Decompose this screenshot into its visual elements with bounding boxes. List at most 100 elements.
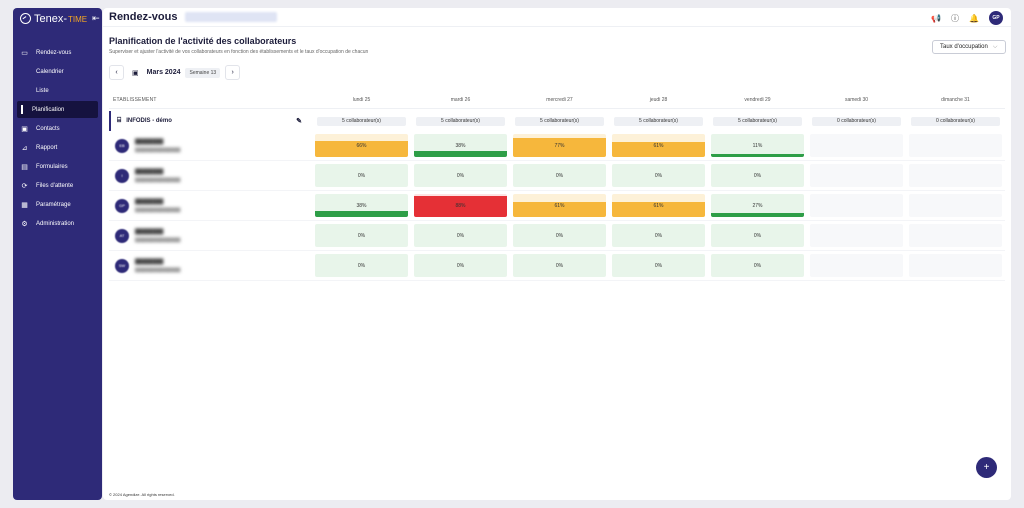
app-logo[interactable]: Tenex-TIME ⇤ <box>13 8 102 29</box>
occupancy-cell[interactable]: 38% <box>414 134 507 157</box>
edit-icon[interactable]: ✎ <box>296 117 302 125</box>
add-button[interactable]: + <box>976 457 997 478</box>
day-cell: 0% <box>708 164 807 187</box>
megaphone-icon[interactable]: 📢 <box>931 14 941 23</box>
occupancy-cell[interactable]: 0% <box>513 164 606 187</box>
occupancy-cell[interactable]: 0% <box>414 224 507 247</box>
occupancy-cell[interactable]: 61% <box>513 194 606 217</box>
day-cell <box>807 194 906 217</box>
occupancy-cell[interactable]: 88% <box>414 194 507 217</box>
rate-select[interactable]: Taux d'occupation ⌵ <box>932 40 1006 54</box>
day-cell: 0% <box>411 254 510 277</box>
occupancy-cell[interactable]: 0% <box>315 224 408 247</box>
occupancy-cell[interactable]: 61% <box>612 134 705 157</box>
sidebar-item-calendrier[interactable]: Calendrier <box>13 63 102 80</box>
occupancy-cell[interactable]: 66% <box>315 134 408 157</box>
collaborator-email-redacted: ████████████████ <box>135 177 181 182</box>
building-icon: ⌸ <box>117 117 122 124</box>
collaborator-name-redacted: ████████ <box>135 259 164 265</box>
day-cell: 88% <box>411 194 510 217</box>
occupancy-cell[interactable]: 0% <box>414 164 507 187</box>
establishment-name[interactable]: ⌸ INFODIS - démo ✎ <box>109 111 312 131</box>
day-cell: 0% <box>312 224 411 247</box>
sidebar-item-contacts[interactable]: ▣ Contacts <box>13 120 102 137</box>
active-indicator <box>21 105 23 114</box>
day-cell: 0% <box>411 224 510 247</box>
occupancy-cell[interactable]: 0% <box>315 254 408 277</box>
occupancy-cell[interactable] <box>810 164 903 187</box>
calendar-icon[interactable]: ▣ <box>132 69 139 77</box>
occupancy-cell[interactable]: 0% <box>513 254 606 277</box>
occupancy-cell[interactable]: 0% <box>414 254 507 277</box>
sidebar-item-label: Paramétrage <box>36 201 71 208</box>
occupancy-cell[interactable]: 0% <box>315 164 408 187</box>
occupancy-cell[interactable]: 0% <box>612 164 705 187</box>
occupancy-cell[interactable] <box>909 254 1002 277</box>
collaborator-count-label: 5 collaborateur(s) <box>713 116 802 126</box>
collaborator[interactable]: AT ████████ ████████████████ <box>109 228 312 243</box>
user-avatar[interactable]: GP <box>989 11 1003 25</box>
collapse-icon[interactable]: ⇤ <box>92 13 100 24</box>
collaborator-info-redacted: ████████ ████████████████ <box>135 139 180 152</box>
collaborator[interactable]: SW ████████ ████████████████ <box>109 258 312 273</box>
collaborator-count-label: 5 collaborateur(s) <box>614 116 703 126</box>
occupancy-cell[interactable] <box>909 224 1002 247</box>
previous-week-button[interactable]: ‹ <box>109 65 124 80</box>
sidebar-item-rapport[interactable]: ⊿ Rapport <box>13 139 102 156</box>
occupancy-cell[interactable] <box>810 224 903 247</box>
sidebar-item-rendez-vous[interactable]: ▭ Rendez-vous <box>13 44 102 61</box>
occupancy-fill <box>711 212 804 217</box>
sidebar-item-liste[interactable]: Liste <box>13 82 102 99</box>
occupancy-cell[interactable] <box>810 134 903 157</box>
occupancy-label: 77% <box>554 142 565 149</box>
occupancy-cell[interactable] <box>909 194 1002 217</box>
logo-accent: TIME <box>68 14 88 24</box>
day-cell: 0% <box>510 254 609 277</box>
sidebar-item-formulaires[interactable]: ▤ Formulaires <box>13 158 102 175</box>
sidebar-item-planification[interactable]: Planification <box>17 101 98 118</box>
collaborator[interactable]: I ████████ ████████████████ <box>109 168 312 183</box>
occupancy-cell[interactable]: 0% <box>711 254 804 277</box>
occupancy-label: 27% <box>752 202 763 209</box>
occupancy-cell[interactable] <box>909 134 1002 157</box>
occupancy-label: 0% <box>357 232 366 239</box>
collaborator-row: I ████████ ████████████████ 0% 0% 0% 0% 0% <box>109 161 1005 191</box>
rate-select-value: Taux d'occupation <box>940 44 988 50</box>
collaborator[interactable]: EB ████████ ████████████████ <box>109 138 312 153</box>
occupancy-cell[interactable]: 11% <box>711 134 804 157</box>
next-week-button[interactable]: › <box>225 65 241 80</box>
account-chip[interactable] <box>185 12 278 22</box>
topbar: Rendez-vous <box>103 8 1011 27</box>
collaborator-count-label: 5 collaborateur(s) <box>515 116 604 126</box>
date-navigation: ‹ ▣ Mars 2024 Semaine 13 › <box>109 65 241 80</box>
occupancy-cell[interactable]: 27% <box>711 194 804 217</box>
occupancy-cell[interactable]: 0% <box>612 254 705 277</box>
bell-icon[interactable]: 🔔 <box>969 14 979 23</box>
occupancy-cell[interactable]: 0% <box>612 224 705 247</box>
occupancy-cell[interactable]: 77% <box>513 134 606 157</box>
help-icon[interactable]: ⓘ <box>951 13 959 24</box>
occupancy-cell[interactable] <box>810 254 903 277</box>
day-cell: 0% <box>510 164 609 187</box>
collaborator-name-redacted: ████████ <box>135 229 164 235</box>
day-cell: 61% <box>609 194 708 217</box>
occupancy-cell[interactable]: 0% <box>711 164 804 187</box>
day-cell <box>906 254 1005 277</box>
collaborator[interactable]: GP ████████ ████████████████ <box>109 198 312 213</box>
avatar: SW <box>115 258 129 273</box>
collaborator-info-redacted: ████████ ████████████████ <box>135 199 180 212</box>
sidebar-item-administration[interactable]: ⚙ Administration <box>13 215 102 232</box>
occupancy-cell[interactable]: 0% <box>513 224 606 247</box>
day-cell <box>906 134 1005 157</box>
collaborator-name-redacted: ████████ <box>135 169 164 175</box>
occupancy-cell[interactable] <box>810 194 903 217</box>
occupancy-cell[interactable]: 38% <box>315 194 408 217</box>
sidebar-item-files-d-attente[interactable]: ⟳ Files d'attente <box>13 177 102 194</box>
occupancy-cell[interactable]: 61% <box>612 194 705 217</box>
calendar-icon: ▭ <box>21 49 28 57</box>
sidebar-item-param-trage[interactable]: ▦ Paramétrage <box>13 196 102 213</box>
occupancy-cell[interactable] <box>909 164 1002 187</box>
page-subtitle: Superviser et ajuster l'activité de vos … <box>109 49 369 55</box>
occupancy-cell[interactable]: 0% <box>711 224 804 247</box>
avatar: AT <box>115 228 129 243</box>
